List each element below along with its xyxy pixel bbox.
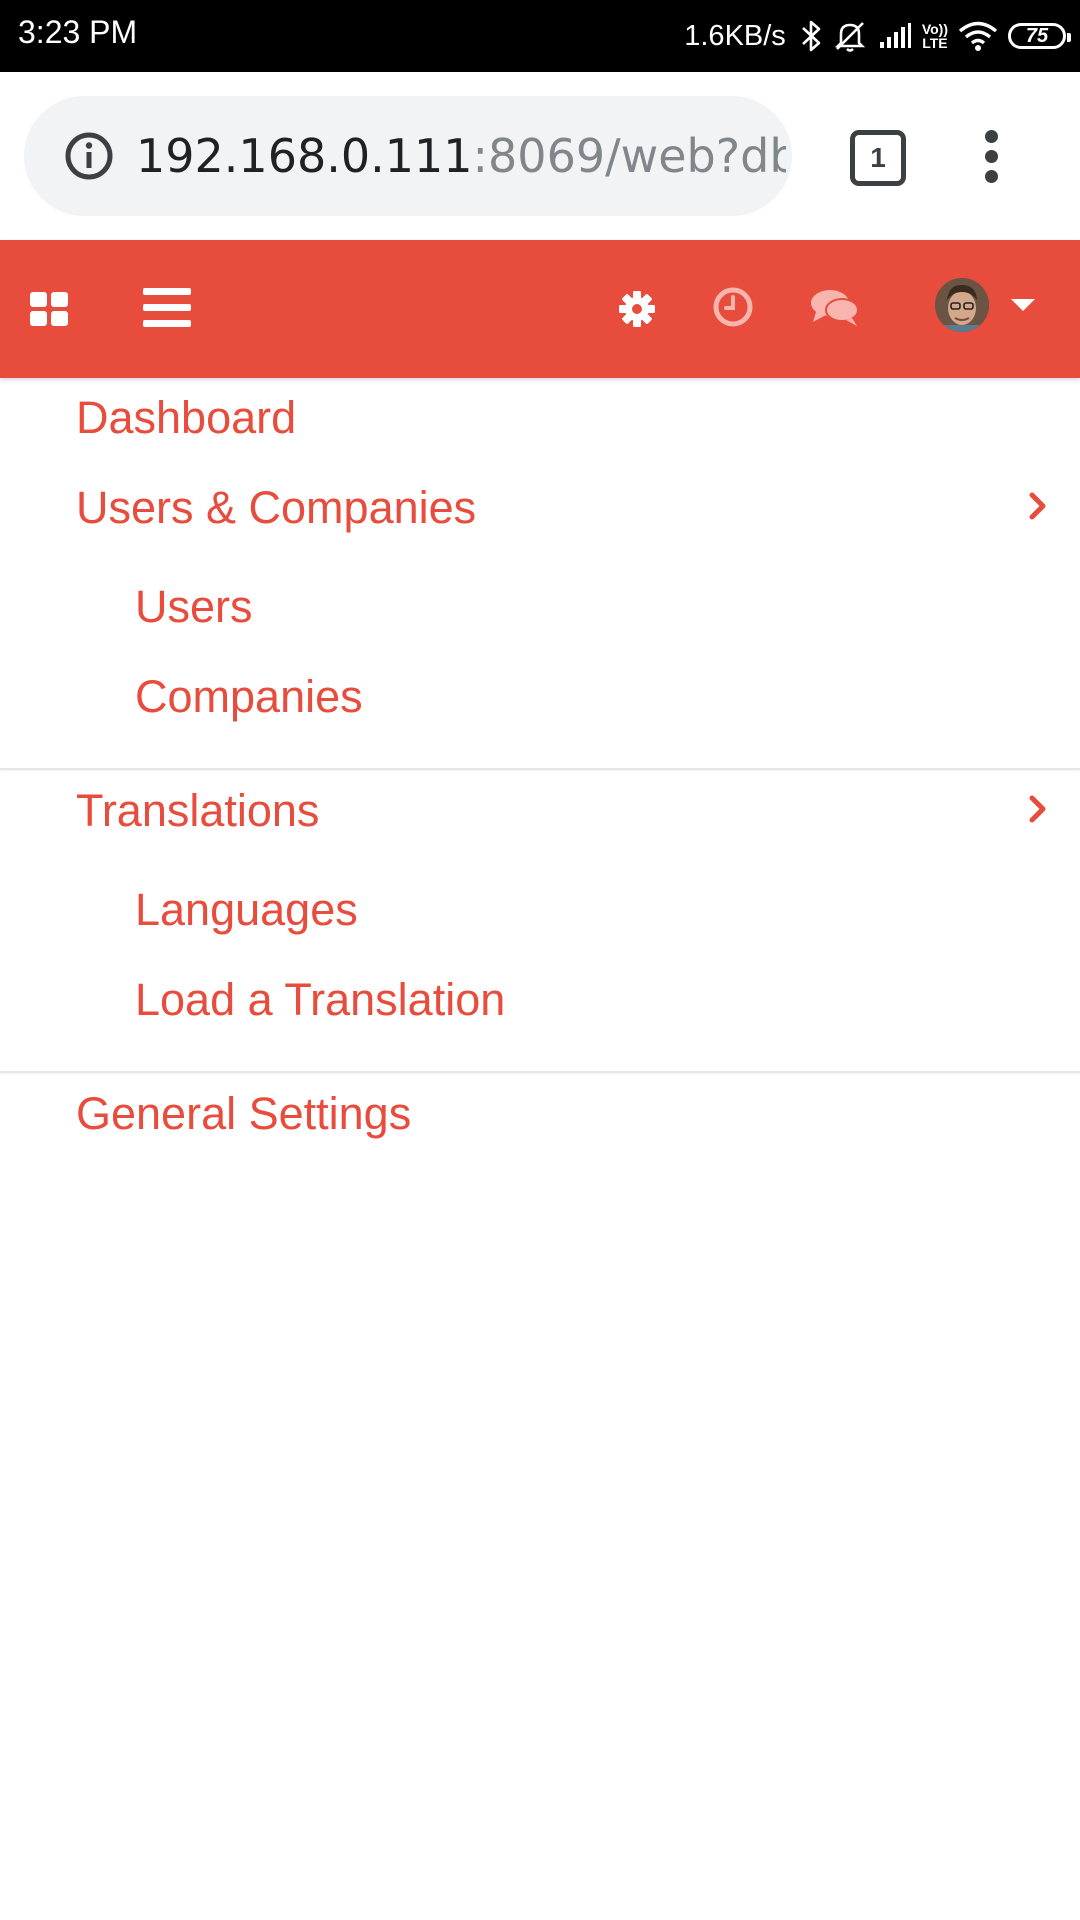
clock-icon[interactable] xyxy=(712,286,754,333)
avatar[interactable] xyxy=(935,278,989,332)
signal-icon xyxy=(878,22,912,50)
more-options-icon[interactable] xyxy=(982,130,1000,186)
gear-icon[interactable] xyxy=(618,290,656,333)
menu-item-general-settings[interactable]: General Settings xyxy=(76,1088,411,1140)
divider xyxy=(0,768,1080,770)
tab-count: 1 xyxy=(870,142,886,173)
volte-label: Vo)) xyxy=(921,21,948,37)
chevron-right-icon[interactable] xyxy=(1028,794,1048,829)
battery-icon: 75 xyxy=(1008,23,1071,49)
divider xyxy=(0,1071,1080,1073)
bell-off-icon xyxy=(832,19,868,53)
browser-toolbar: 192.168.0.111:8069/web?db=th 1 xyxy=(0,72,1080,240)
status-icons: 1.6KB/s Vo)) LTE 75 xyxy=(684,12,1071,60)
bluetooth-icon xyxy=(800,19,822,53)
menu-icon[interactable] xyxy=(143,288,191,333)
sub-item-companies[interactable]: Companies xyxy=(135,671,363,723)
url-path: :8069/web?db=th xyxy=(472,129,786,183)
lte-label: LTE xyxy=(922,35,948,51)
sub-item-load-translation[interactable]: Load a Translation xyxy=(135,974,505,1026)
app-navbar xyxy=(0,240,1080,378)
status-time: 3:23 PM xyxy=(18,14,138,50)
wifi-icon xyxy=(958,20,998,52)
menu-item-users-companies[interactable]: Users & Companies xyxy=(76,482,476,534)
status-bar: 3:23 PM 1.6KB/s Vo)) LTE 75 xyxy=(0,0,1080,72)
user-menu[interactable] xyxy=(935,278,1035,332)
sub-item-languages[interactable]: Languages xyxy=(135,884,358,936)
url-host: 192.168.0.111 xyxy=(136,129,473,183)
menu-item-translations[interactable]: Translations xyxy=(76,785,319,837)
address-bar[interactable]: 192.168.0.111:8069/web?db=th xyxy=(24,96,792,216)
apps-icon[interactable] xyxy=(30,292,68,331)
network-speed: 1.6KB/s xyxy=(684,19,786,52)
chat-icon[interactable] xyxy=(810,288,860,333)
caret-down-icon[interactable] xyxy=(1011,299,1035,311)
sub-item-users[interactable]: Users xyxy=(135,581,253,633)
volte-icon: Vo)) LTE xyxy=(922,22,948,50)
chevron-right-icon[interactable] xyxy=(1028,491,1048,526)
url-text[interactable]: 192.168.0.111:8069/web?db=th xyxy=(136,96,786,216)
info-icon[interactable] xyxy=(64,131,114,186)
menu-item-dashboard[interactable]: Dashboard xyxy=(76,392,296,444)
battery-level: 75 xyxy=(1025,24,1049,47)
tab-switcher-button[interactable]: 1 xyxy=(850,130,906,186)
